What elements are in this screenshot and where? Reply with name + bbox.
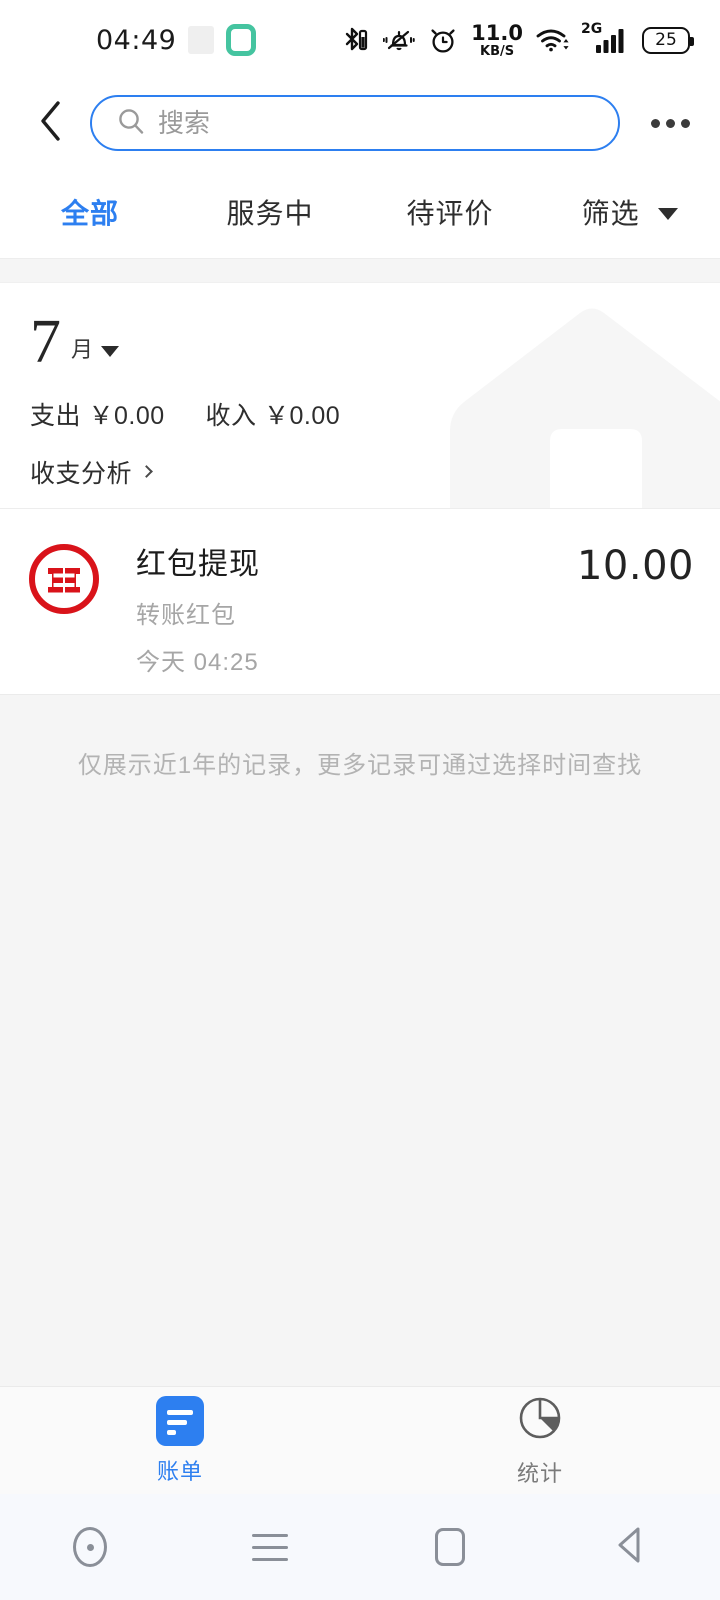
bill-screen: 04:49 11.0 KB/S 2G 25 搜索 全部 服务中 待评价 筛选 7… [0,0,720,1600]
tab-all[interactable]: 全部 [0,192,180,232]
more-dot-1-icon [650,118,660,128]
income-label: 收入 [205,401,257,430]
bottom-tab-statistics[interactable]: 统计 [360,1393,720,1488]
back-button[interactable] [26,95,76,151]
icbc-logo-icon [26,541,102,617]
bottom-tab-bill-label: 账单 [156,1458,203,1484]
month-chevron-down-icon [101,345,120,357]
tab-in-service-label: 服务中 [226,198,314,229]
menu-icon [252,1533,288,1561]
battery-icon: 25 [642,26,694,54]
income-amount: ￥0.00 [264,401,341,430]
wifi-icon [536,26,570,54]
chevron-right-icon [140,465,153,479]
tab-filter[interactable]: 筛选 [540,192,720,232]
back-nav-button[interactable] [540,1523,720,1572]
home-button[interactable] [360,1528,540,1566]
network-speed-value: 11.0 [471,20,523,45]
bottom-tab-statistics-label: 统计 [516,1461,563,1486]
month-summary: 7 月 支出 ￥0.00 收入 ￥0.00 收支分析 [0,283,720,508]
assistant-button[interactable] [0,1527,180,1567]
analysis-label: 收支分析 [30,459,133,488]
transaction-subtitle: 转账红包 [136,602,236,629]
month-unit-label: 月 [71,336,94,362]
transaction-time: 今天 04:25 [136,649,259,676]
app-notification-icon [226,24,257,56]
tab-pending-review-label: 待评价 [406,198,494,229]
battery-level: 25 [655,30,677,50]
bluetooth-icon [340,25,370,55]
pie-chart-icon [515,1393,565,1448]
back-icon [610,1523,650,1572]
more-options-button[interactable] [642,95,698,151]
system-navigation-bar [0,1494,720,1600]
tab-in-service[interactable]: 服务中 [180,192,360,232]
back-chevron-icon [35,99,67,148]
top-bar [0,80,720,166]
month-selector[interactable]: 7 月 [30,308,720,376]
recent-apps-button[interactable] [180,1533,360,1561]
totals-row: 支出 ￥0.00 收入 ￥0.00 [30,396,720,432]
tab-all-label: 全部 [60,198,119,229]
home-icon [435,1528,465,1566]
transaction-amount: 10.00 [576,543,694,589]
bottom-tab-bar: 账单 统计 [0,1386,720,1494]
more-dot-2-icon [665,118,675,128]
footer-note: 仅展示近1年的记录，更多记录可通过选择时间查找 [77,752,643,779]
transaction-list: 红包提现 转账红包 今天 04:25 10.00 [0,508,720,694]
filter-tabs: 全部 服务中 待评价 筛选 [0,166,720,258]
alarm-icon [428,25,458,55]
tab-pending-review[interactable]: 待评价 [360,192,540,232]
list-footer-area: 仅展示近1年的记录，更多记录可通过选择时间查找 [0,694,720,1386]
network-speed-indicator: 11.0 KB/S [471,20,523,59]
expense-amount: ￥0.00 [88,401,165,430]
status-bar-right: 11.0 KB/S 2G 25 [340,20,696,59]
assistant-circle-icon [73,1527,107,1567]
bottom-tab-bill[interactable]: 账单 [0,1395,360,1486]
signal-icon: 2G [581,21,629,55]
search-icon [116,106,146,141]
tab-filter-label: 筛选 [581,198,640,229]
status-clock: 04:49 [96,24,177,56]
more-dot-3-icon [680,118,690,128]
transaction-title: 红包提现 [136,548,260,581]
network-speed-unit: KB/S [480,43,515,59]
mobile-network-label: 2G [581,21,603,37]
bill-icon [156,1395,204,1446]
income-expense-analysis-link[interactable]: 收支分析 [30,454,153,490]
status-bar: 04:49 11.0 KB/S 2G 25 [0,0,720,80]
status-bar-left: 04:49 [0,24,257,56]
vibrate-icon [383,26,415,54]
section-divider [0,258,720,283]
notification-placeholder-icon [188,26,215,54]
month-number: 7 [30,308,61,376]
table-row[interactable]: 红包提现 转账红包 今天 04:25 10.00 [0,509,720,677]
search-input[interactable] [158,107,594,139]
expense-label: 支出 [30,401,82,430]
chevron-down-icon [658,208,679,220]
search-box[interactable] [90,95,620,151]
transaction-info: 红包提现 转账红包 今天 04:25 [102,539,577,677]
